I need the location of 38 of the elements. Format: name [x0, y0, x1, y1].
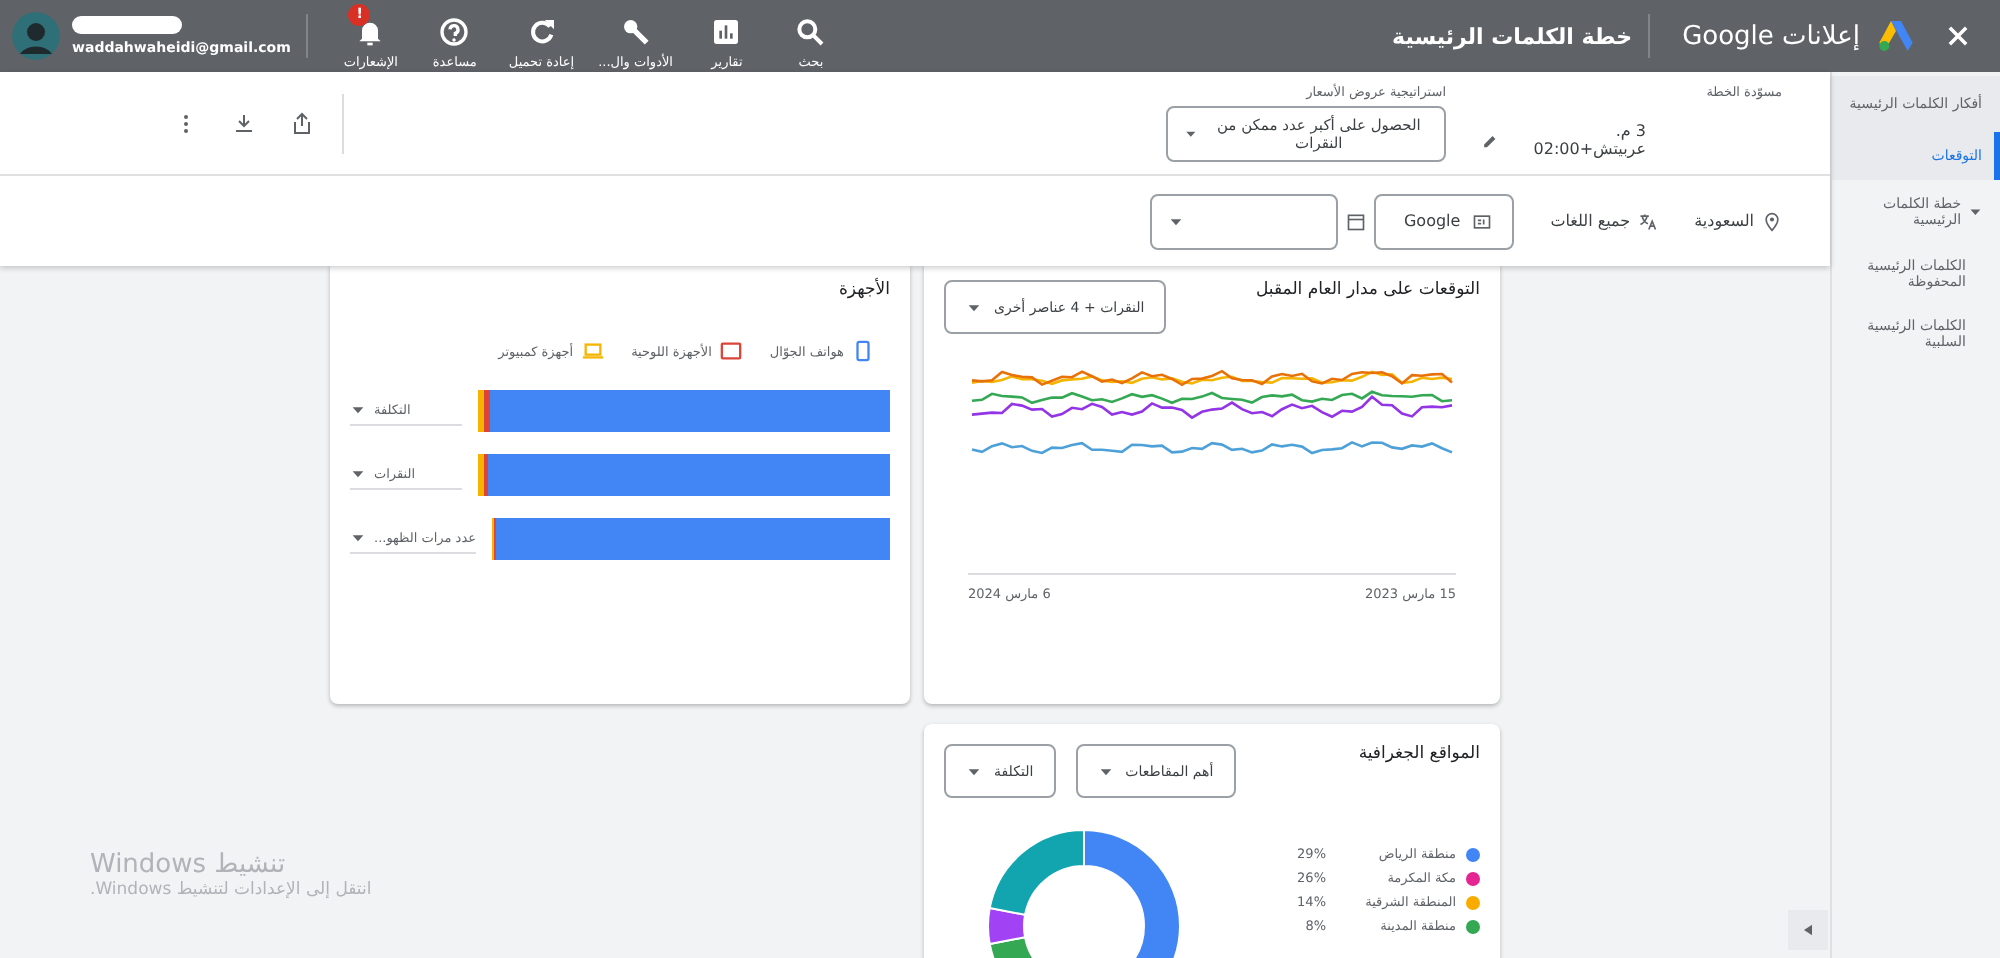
network-icon: [1472, 211, 1493, 231]
date-range-dropdown[interactable]: [1150, 193, 1339, 249]
caret-icon: [350, 530, 366, 546]
caret-icon: [1097, 763, 1114, 779]
caret-icon: [350, 466, 366, 482]
download-icon[interactable]: [232, 111, 256, 135]
help-icon: [438, 15, 471, 47]
brand-name: إعلانات Google: [1682, 21, 1860, 51]
bar-chart-icon: [710, 15, 743, 47]
share-icon[interactable]: [290, 111, 314, 135]
ads-logo-icon: [1876, 16, 1916, 56]
card-title: التوقعات على مدار العام المقبل: [1256, 280, 1480, 300]
avatar[interactable]: [12, 12, 60, 60]
refresh-icon: [525, 15, 558, 47]
caret-icon: [1184, 126, 1198, 142]
page-title: خطة الكلمات الرئيسية: [1392, 23, 1633, 49]
activation-title: تنشيط Windows: [90, 850, 286, 880]
card-title: المواقع الجغرافية: [1358, 744, 1480, 764]
plan-name: 3 م. عربيتش+02:00: [1531, 122, 1646, 158]
caret-icon: [966, 763, 982, 779]
redaction-mark: [72, 16, 182, 34]
collapse-button[interactable]: [1788, 910, 1828, 950]
caret-icon: [966, 299, 982, 315]
caret-icon: [350, 402, 366, 418]
location-filter[interactable]: السعودية: [1694, 211, 1782, 231]
card-title: الأجهزة: [838, 280, 890, 300]
search-icon: [794, 15, 827, 47]
caret-icon: [1168, 213, 1185, 229]
close-icon[interactable]: [1944, 22, 1972, 50]
caret-icon: [1800, 922, 1816, 938]
location-pin-icon: [1762, 211, 1782, 231]
translate-icon: [1638, 211, 1659, 231]
wrench-icon: [619, 15, 652, 47]
language-filter[interactable]: جميع اللغات: [1550, 211, 1659, 231]
activation-message: انتقل إلى الإعدادات لتنشيط Windows.: [90, 880, 372, 900]
pencil-icon[interactable]: [1482, 131, 1499, 149]
network-filter[interactable]: Google: [1374, 193, 1515, 249]
calendar-icon[interactable]: [1346, 211, 1367, 231]
